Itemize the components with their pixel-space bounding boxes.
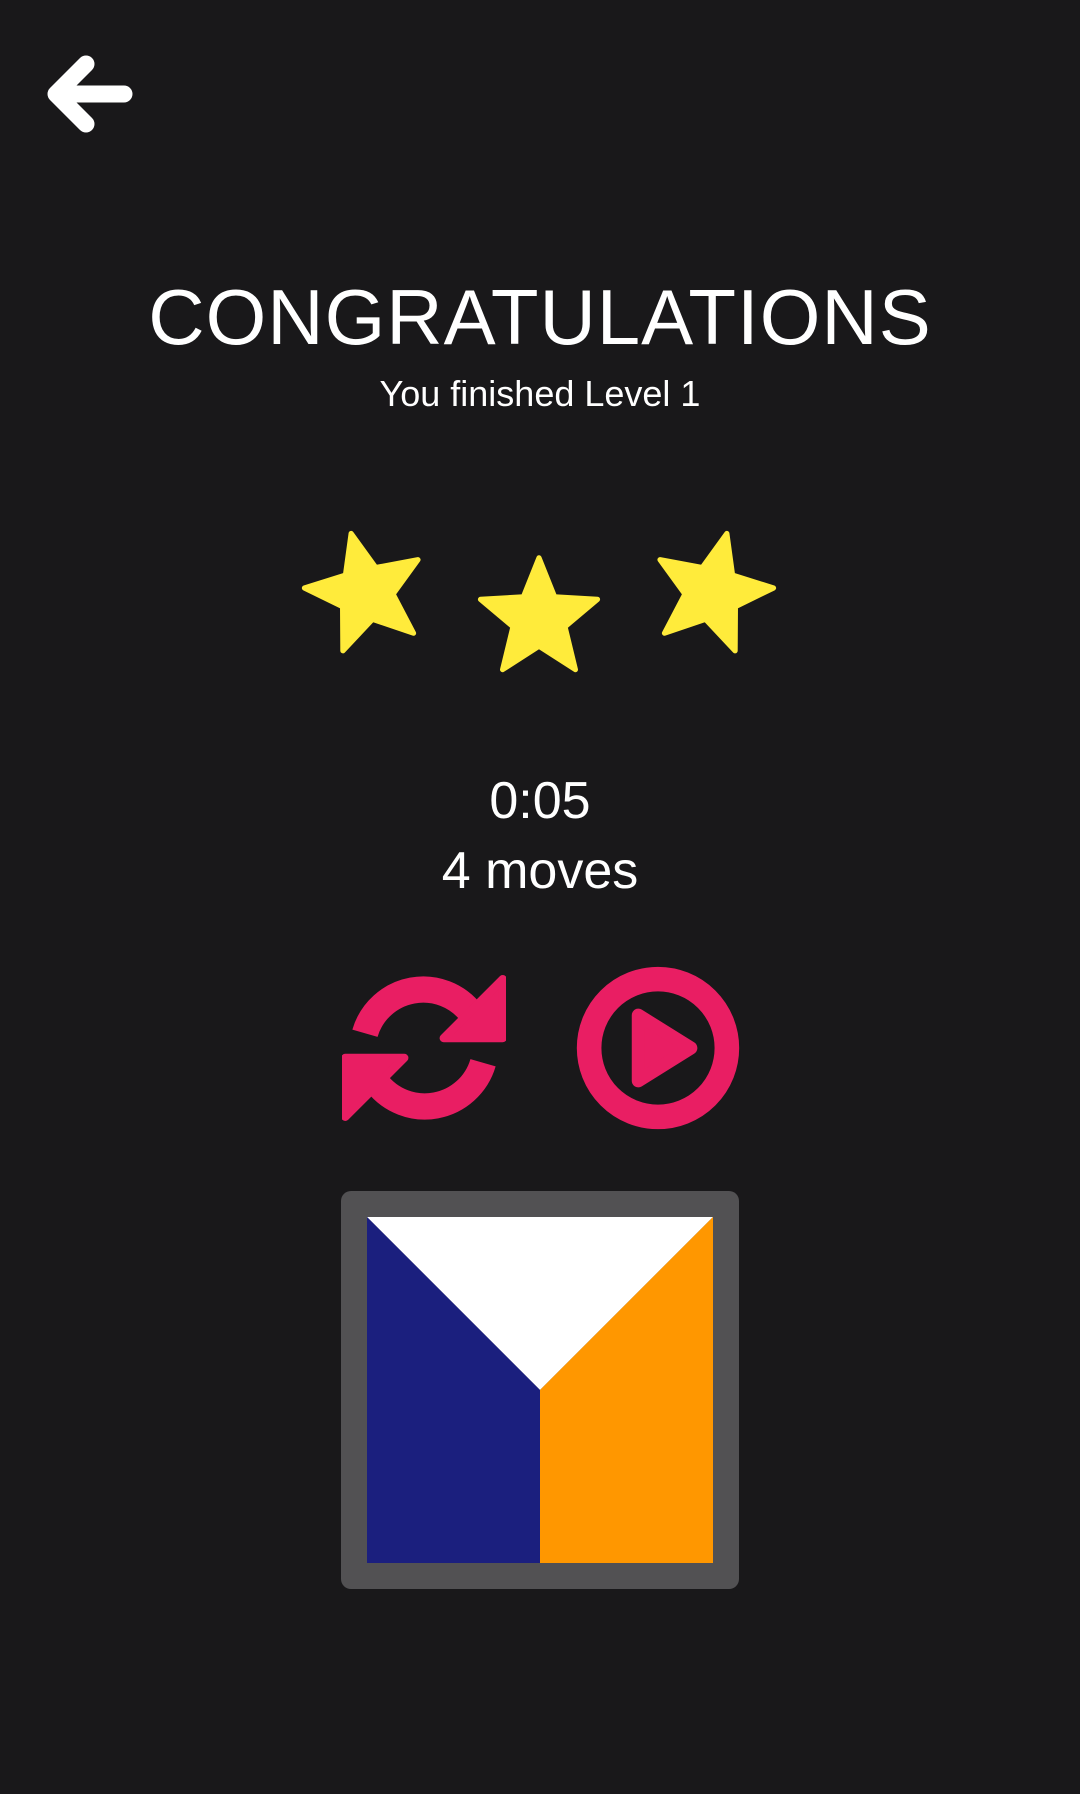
level-subtitle: You finished Level 1 <box>379 373 701 414</box>
star-rating <box>0 520 1080 680</box>
restart-button[interactable] <box>342 966 506 1130</box>
star-icon <box>634 510 792 668</box>
puzzle-board <box>341 1191 739 1589</box>
move-count: 4 moves <box>441 842 639 900</box>
page-title: CONGRATULATIONS <box>148 273 932 361</box>
arrow-left-icon <box>47 55 133 133</box>
elapsed-time: 0:05 <box>489 772 591 830</box>
star-icon <box>474 550 604 680</box>
star-icon <box>286 510 444 668</box>
refresh-icon <box>342 975 506 1121</box>
play-button[interactable] <box>576 966 740 1130</box>
back-button[interactable] <box>44 50 144 150</box>
play-circle-icon <box>576 966 740 1130</box>
